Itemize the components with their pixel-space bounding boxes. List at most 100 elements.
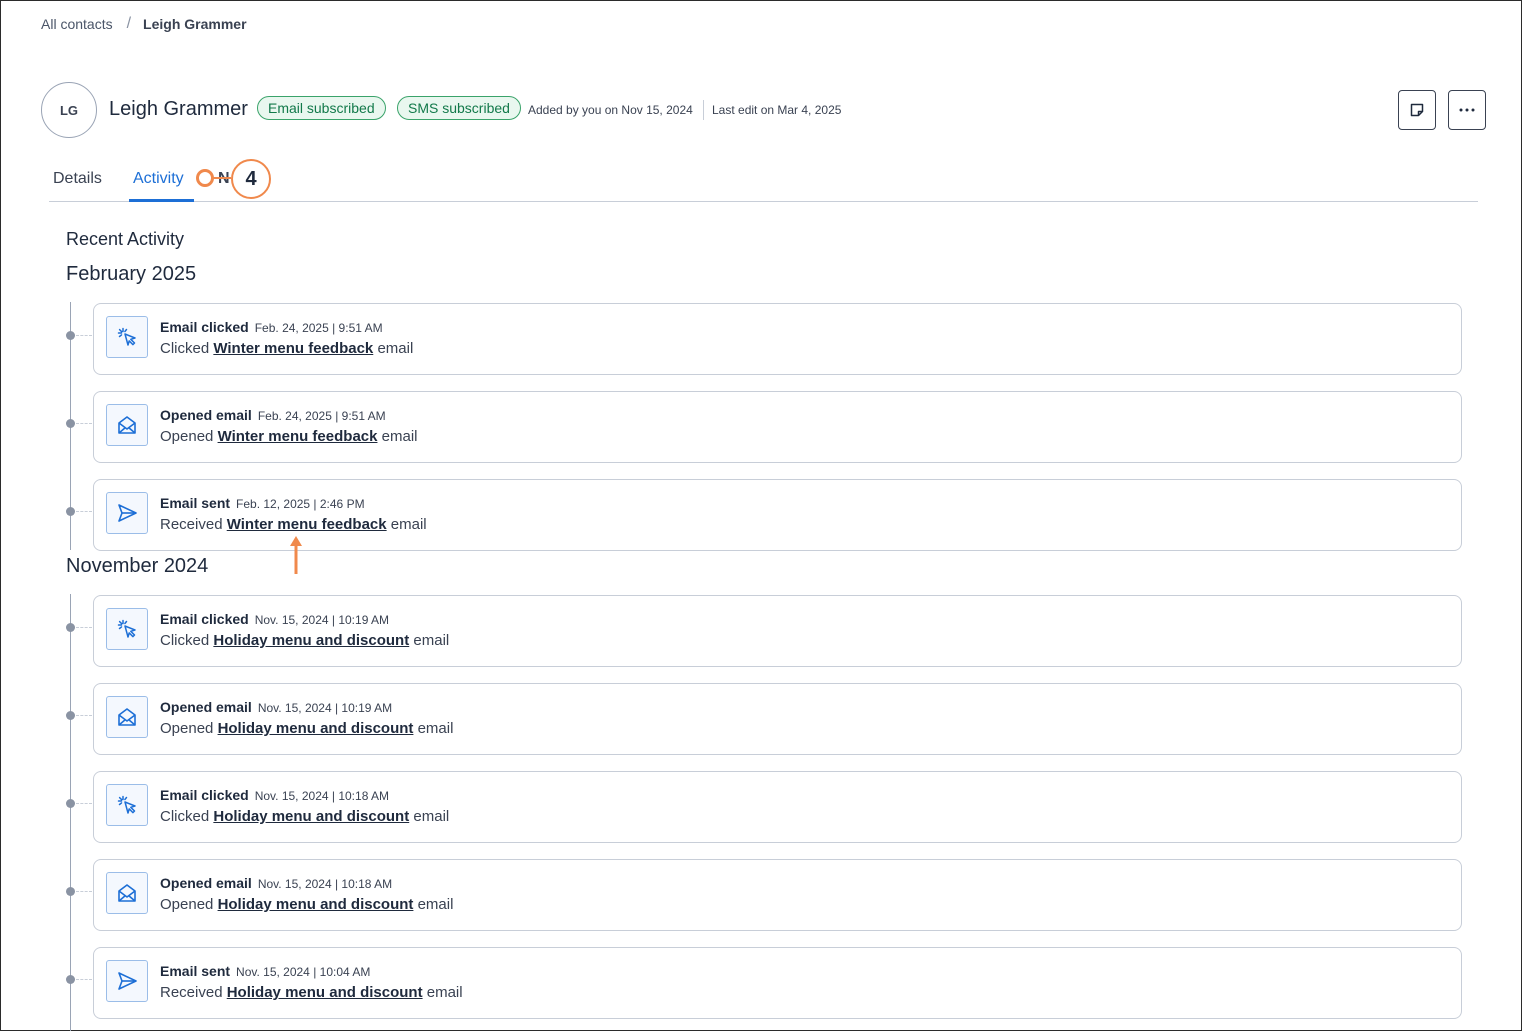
envelope-open-icon [106, 872, 148, 914]
timeline-connector [76, 423, 92, 424]
activity-title: Email clicked Nov. 15, 2024 | 10:18 AM [160, 787, 389, 803]
timeline-line [70, 594, 71, 1031]
annotation-arrow-icon [290, 536, 302, 574]
activity-verb: Received [160, 516, 223, 533]
envelope-open-icon [106, 404, 148, 446]
paper-plane-icon [106, 492, 148, 534]
meta-divider [703, 100, 704, 120]
campaign-link[interactable]: Holiday menu and discount [213, 632, 409, 649]
activity-type: Opened email [160, 875, 252, 891]
timeline-dot [66, 975, 75, 984]
activity-title: Opened email Nov. 15, 2024 | 10:19 AM [160, 699, 392, 715]
activity-card: Opened email Nov. 15, 2024 | 10:19 AM Open… [93, 683, 1462, 755]
activity-verb: Clicked [160, 808, 210, 825]
activity-type: Opened email [160, 407, 252, 423]
sms-subscribed-badge: SMS subscribed [397, 96, 521, 120]
timeline-connector [76, 715, 92, 716]
activity-type: Opened email [160, 699, 252, 715]
more-actions-button[interactable] [1448, 90, 1486, 130]
campaign-link[interactable]: Winter menu feedback [218, 428, 378, 445]
activity-timestamp: Nov. 15, 2024 | 10:19 AM [257, 701, 393, 715]
activity-timestamp: Feb. 24, 2025 | 9:51 AM [254, 321, 383, 335]
breadcrumb-separator: / [126, 15, 132, 32]
campaign-link[interactable]: Holiday menu and discount [213, 808, 409, 825]
month-heading: February 2025 [66, 263, 197, 285]
activity-description: Clicked Winter menu feedback email [160, 340, 413, 357]
activity-description: Opened Holiday menu and discount email [160, 896, 453, 913]
activity-suffix: email [417, 720, 454, 737]
cursor-click-icon [106, 608, 148, 650]
contact-name: Leigh Grammer [109, 98, 248, 120]
timeline-connector [76, 803, 92, 804]
active-tab-indicator [129, 199, 194, 202]
activity-timestamp: Nov. 15, 2024 | 10:19 AM [254, 613, 390, 627]
activity-timestamp: Feb. 12, 2025 | 2:46 PM [236, 497, 365, 511]
activity-title: Email clicked Feb. 24, 2025 | 9:51 AM [160, 319, 383, 335]
activity-suffix: email [417, 896, 454, 913]
activity-verb: Opened [160, 428, 214, 445]
cursor-click-icon [106, 784, 148, 826]
envelope-open-icon [106, 696, 148, 738]
campaign-link[interactable]: Winter menu feedback [213, 340, 373, 357]
activity-description: Clicked Holiday menu and discount email [160, 632, 449, 649]
avatar: LG [41, 82, 97, 138]
activity-type: Email sent [160, 495, 231, 511]
timeline-dot [66, 711, 75, 720]
activity-timestamp: Feb. 24, 2025 | 9:51 AM [257, 409, 386, 423]
activity-timestamp: Nov. 15, 2024 | 10:04 AM [236, 965, 371, 979]
timeline-connector [76, 627, 92, 628]
added-by-text: Added by you on Nov 15, 2024 [528, 103, 693, 117]
more-horizontal-icon [1459, 108, 1475, 112]
activity-card: Email clicked Feb. 24, 2025 | 9:51 AM Clic… [93, 303, 1462, 375]
activity-suffix: email [377, 340, 414, 357]
activity-suffix: email [413, 632, 450, 649]
month-heading: November 2024 [66, 555, 209, 577]
campaign-link[interactable]: Holiday menu and discount [227, 984, 423, 1001]
activity-title: Opened email Feb. 24, 2025 | 9:51 AM [160, 407, 386, 423]
timeline-connector [76, 891, 92, 892]
activity-description: Clicked Holiday menu and discount email [160, 808, 449, 825]
breadcrumb: All contacts / Leigh Grammer [41, 15, 247, 33]
activity-verb: Opened [160, 896, 214, 913]
timeline-dot [66, 331, 75, 340]
callout-number-badge: 4 [231, 159, 271, 199]
tab-notes[interactable]: N [218, 170, 230, 188]
timeline-dot [66, 419, 75, 428]
activity-suffix: email [426, 984, 463, 1001]
activity-description: Opened Winter menu feedback email [160, 428, 418, 445]
activity-verb: Opened [160, 720, 214, 737]
activity-title: Email clicked Nov. 15, 2024 | 10:19 AM [160, 611, 389, 627]
email-subscribed-badge: Email subscribed [257, 96, 386, 120]
timeline-dot [66, 623, 75, 632]
timeline-connector [76, 335, 92, 336]
paper-plane-icon [106, 960, 148, 1002]
activity-timestamp: Nov. 15, 2024 | 10:18 AM [254, 789, 390, 803]
activity-title: Email sent Nov. 15, 2024 | 10:04 AM [160, 963, 370, 979]
timeline-connector [76, 511, 92, 512]
cursor-click-icon [106, 316, 148, 358]
activity-verb: Clicked [160, 340, 210, 357]
activity-type: Email clicked [160, 787, 249, 803]
activity-card: Opened email Nov. 15, 2024 | 10:18 AM Open… [93, 859, 1462, 931]
campaign-link[interactable]: Holiday menu and discount [218, 720, 414, 737]
campaign-link[interactable]: Holiday menu and discount [218, 896, 414, 913]
timeline-connector [76, 979, 92, 980]
breadcrumb-current: Leigh Grammer [143, 16, 247, 32]
add-note-button[interactable] [1398, 90, 1436, 130]
tab-activity[interactable]: Activity [133, 170, 184, 188]
breadcrumb-all-contacts-link[interactable]: All contacts [41, 16, 113, 32]
activity-timestamp: Nov. 15, 2024 | 10:18 AM [257, 877, 393, 891]
activity-card: Opened email Feb. 24, 2025 | 9:51 AM Opene… [93, 391, 1462, 463]
activity-description: Received Winter menu feedback email [160, 516, 427, 533]
activity-title: Email sent Feb. 12, 2025 | 2:46 PM [160, 495, 365, 511]
campaign-link[interactable]: Winter menu feedback [227, 516, 387, 533]
timeline-dot [66, 799, 75, 808]
last-edit-text: Last edit on Mar 4, 2025 [712, 103, 842, 117]
activity-title: Opened email Nov. 15, 2024 | 10:18 AM [160, 875, 392, 891]
activity-card: Email clicked Nov. 15, 2024 | 10:18 AM Cli… [93, 771, 1462, 843]
timeline-dot [66, 507, 75, 516]
activity-suffix: email [381, 428, 418, 445]
tab-details[interactable]: Details [53, 170, 102, 188]
activity-suffix: email [390, 516, 427, 533]
activity-type: Email clicked [160, 319, 249, 335]
